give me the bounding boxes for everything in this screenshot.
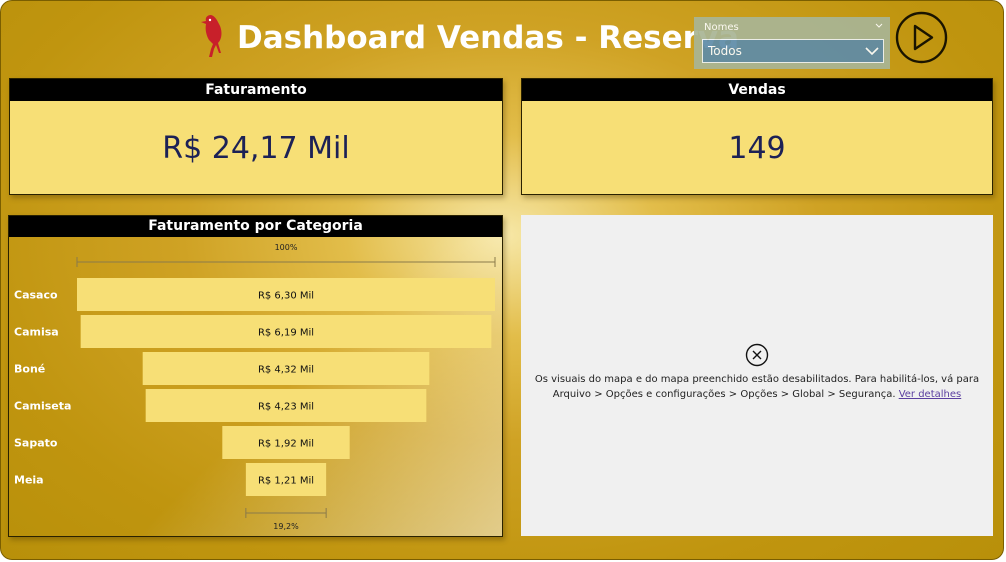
- funnel-data-label: R$ 4,32 Mil: [258, 365, 314, 376]
- bottom-percent-label: 19,2%: [273, 522, 299, 531]
- kpi-value: R$ 24,17 Mil: [162, 131, 350, 166]
- map-disabled-message: Os visuais do mapa e do mapa preenchido …: [531, 372, 983, 402]
- page-title: Dashboard Vendas - Reserva: [237, 20, 740, 56]
- funnel-data-label: R$ 6,30 Mil: [258, 291, 314, 302]
- slicer-selected-value: Todos: [708, 44, 742, 58]
- report-canvas: Dashboard Vendas - Reserva Nomes Todos F…: [0, 0, 1004, 560]
- slicer-dropdown[interactable]: Todos: [702, 39, 884, 63]
- kpi-title: Faturamento: [10, 79, 502, 101]
- kpi-card-faturamento: Faturamento R$ 24,17 Mil: [9, 78, 503, 195]
- top-percent-label: 100%: [275, 243, 298, 252]
- kpi-card-vendas: Vendas 149: [521, 78, 993, 195]
- slicer-label: Nomes: [704, 22, 739, 33]
- funnel-category-label: Boné: [14, 363, 45, 376]
- funnel-chart: 100% R$ 6,30 Mil Casaco R$ 6,19 Mil Camisa R$…: [14, 243, 496, 531]
- map-visual-disabled: Os visuais do mapa e do mapa preenchido …: [521, 215, 993, 536]
- close-circle-icon: [745, 343, 769, 367]
- funnel-data-label: R$ 6,19 Mil: [258, 328, 314, 339]
- funnel-category-label: Sapato: [14, 437, 58, 450]
- funnel-data-label: R$ 4,23 Mil: [258, 402, 314, 413]
- play-button[interactable]: [895, 11, 948, 64]
- chevron-small-icon[interactable]: [874, 20, 884, 30]
- kpi-title: Vendas: [522, 79, 992, 101]
- ver-detalhes-link[interactable]: Ver detalhes: [899, 389, 962, 400]
- chevron-down-icon[interactable]: [863, 41, 881, 61]
- play-icon: [913, 24, 934, 51]
- funnel-data-label: R$ 1,21 Mil: [258, 476, 314, 487]
- reserva-bird-logo: [201, 15, 222, 57]
- funnel-category-label: Camisa: [14, 326, 59, 339]
- funnel-chart-panel: Faturamento por Categoria 100% R$ 6,30 Mi…: [8, 215, 503, 537]
- funnel-category-label: Camiseta: [14, 400, 71, 413]
- funnel-category-label: Casaco: [14, 289, 58, 302]
- funnel-category-label: Meia: [14, 474, 44, 487]
- kpi-value: 149: [728, 131, 786, 166]
- nomes-slicer[interactable]: Nomes Todos: [694, 17, 890, 69]
- funnel-data-label: R$ 1,92 Mil: [258, 439, 314, 450]
